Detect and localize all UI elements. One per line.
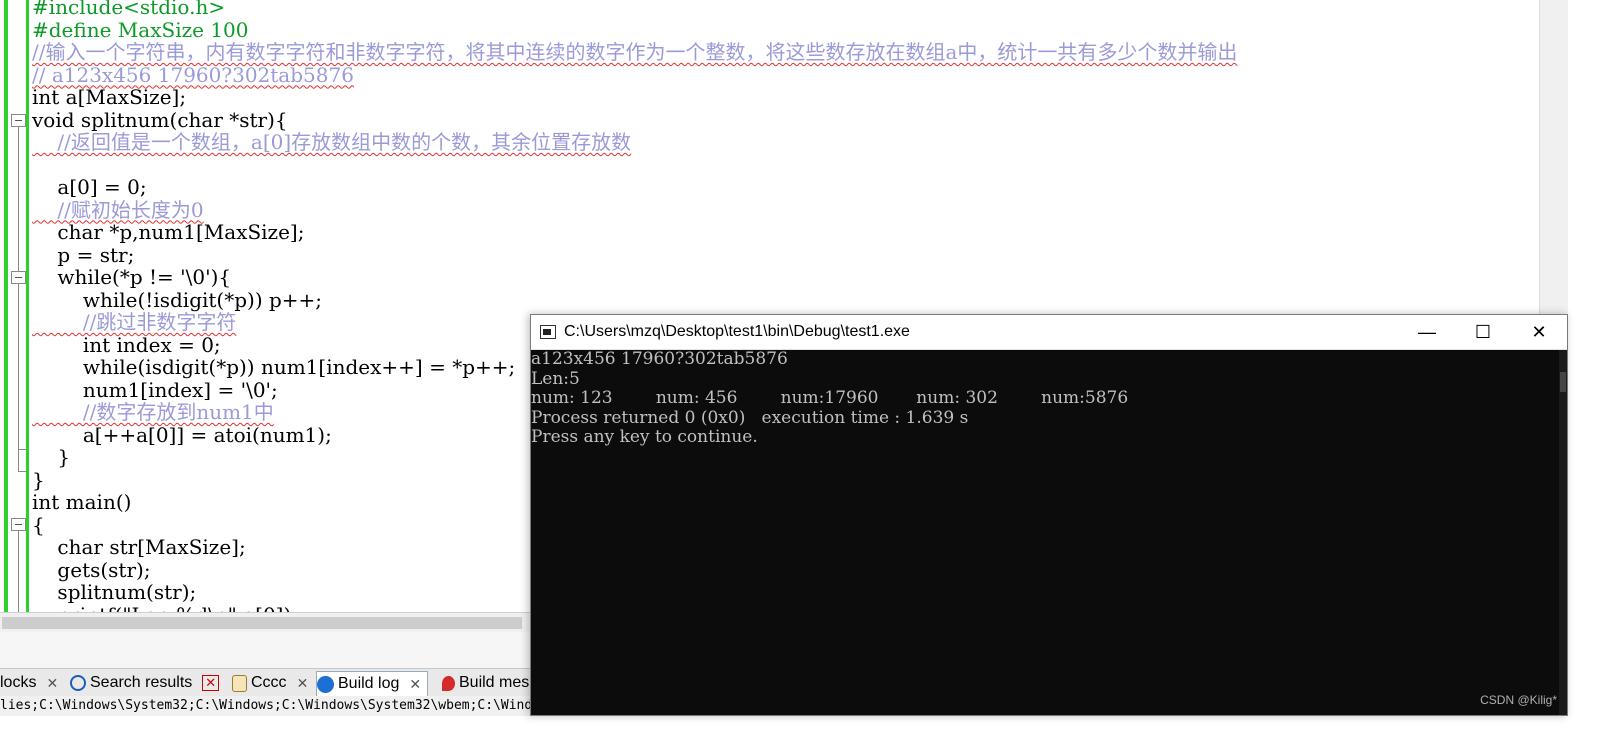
search-icon [70, 675, 86, 691]
tab-label: Search results [90, 674, 193, 691]
document-pencil-icon [232, 674, 247, 692]
code-line: //赋初始长度为0 [32, 197, 204, 222]
close-icon[interactable]: ✕ [409, 676, 421, 693]
code-line: char *p,num1[MaxSize]; [32, 220, 305, 244]
tab-build-log[interactable]: Build log ✕ [316, 671, 429, 696]
code-line: //输入一个字符串，内有数字字符和非数字字符，将其中连续的数字作为一个整数，将这… [32, 40, 1238, 64]
console-scrollbar[interactable] [1559, 350, 1567, 715]
fold-toggle-while[interactable] [11, 271, 26, 284]
tab-search-results[interactable]: Search results ✕ [70, 671, 220, 695]
build-messages-icon [442, 675, 455, 691]
gutter-margin [4, 0, 8, 612]
code-line: #define MaxSize 100 [32, 17, 249, 42]
tab-cccc[interactable]: Cccc ✕ [232, 671, 308, 695]
tab-build-messages[interactable]: Build mes [442, 671, 529, 695]
fold-end [18, 471, 26, 472]
console-line: num: 123 num: 456 num:17960 num: 302 num… [531, 388, 1129, 408]
console-title: C:\Users\mzq\Desktop\test1\bin\Debug\tes… [564, 323, 910, 340]
close-button[interactable]: ✕ [1511, 315, 1567, 349]
console-line: Len:5 [531, 368, 580, 389]
tab-label: Build log [338, 675, 400, 692]
fold-toggle-main[interactable] [11, 518, 26, 531]
scrollbar-thumb[interactable] [2, 617, 522, 629]
console-line: a123x456 17960?302tab5876 [531, 349, 788, 369]
close-icon[interactable]: ✕ [202, 675, 220, 691]
fold-end [18, 449, 26, 450]
code-line: int a[MaxSize]; [32, 85, 187, 109]
console-line: Process returned 0 (0x0) execution time … [531, 407, 969, 428]
code-line: while(!isdigit(*p)) p++; [32, 287, 323, 312]
fold-line [18, 284, 19, 449]
code-line: a[0] = 0; [32, 175, 147, 199]
console-app-icon [540, 325, 556, 339]
code-line: while(*p != '\0'){ [32, 265, 232, 289]
console-line: Press any key to continue. [531, 427, 758, 447]
close-icon[interactable]: ✕ [297, 675, 309, 692]
code-line: #include<stdio.h> [32, 0, 226, 19]
console-window[interactable]: C:\Users\mzq\Desktop\test1\bin\Debug\tes… [530, 314, 1568, 716]
code-line: void splitnum(char *str){ [32, 107, 288, 132]
console-output[interactable]: a123x456 17960?302tab5876 Len:5 num: 123 n… [531, 349, 1567, 715]
tab-label: Build mes [459, 674, 530, 691]
tab-label: Cccc [251, 674, 287, 691]
minimize-button[interactable]: — [1399, 315, 1455, 349]
tab-code-snippets[interactable]: locks ✕ [0, 671, 58, 695]
fold-toggle-splitnum[interactable] [11, 114, 26, 127]
fold-line [18, 531, 19, 612]
code-line: // a123x456 17960?302tab5876 [32, 62, 354, 87]
watermark: CSDN @Kilig* [1480, 693, 1557, 707]
close-icon[interactable]: ✕ [46, 675, 58, 692]
gear-icon [317, 675, 334, 693]
maximize-button[interactable]: ☐ [1455, 315, 1511, 349]
code-line: //返回值是一个数组，a[0]存放数组中数的个数，其余位置存放数 [32, 130, 632, 154]
tab-label: locks [0, 674, 37, 691]
scrollbar-thumb[interactable] [1560, 372, 1566, 392]
console-title-bar[interactable]: C:\Users\mzq\Desktop\test1\bin\Debug\tes… [531, 315, 1567, 350]
change-bar [26, 0, 29, 612]
code-line: p = str; [32, 242, 135, 267]
